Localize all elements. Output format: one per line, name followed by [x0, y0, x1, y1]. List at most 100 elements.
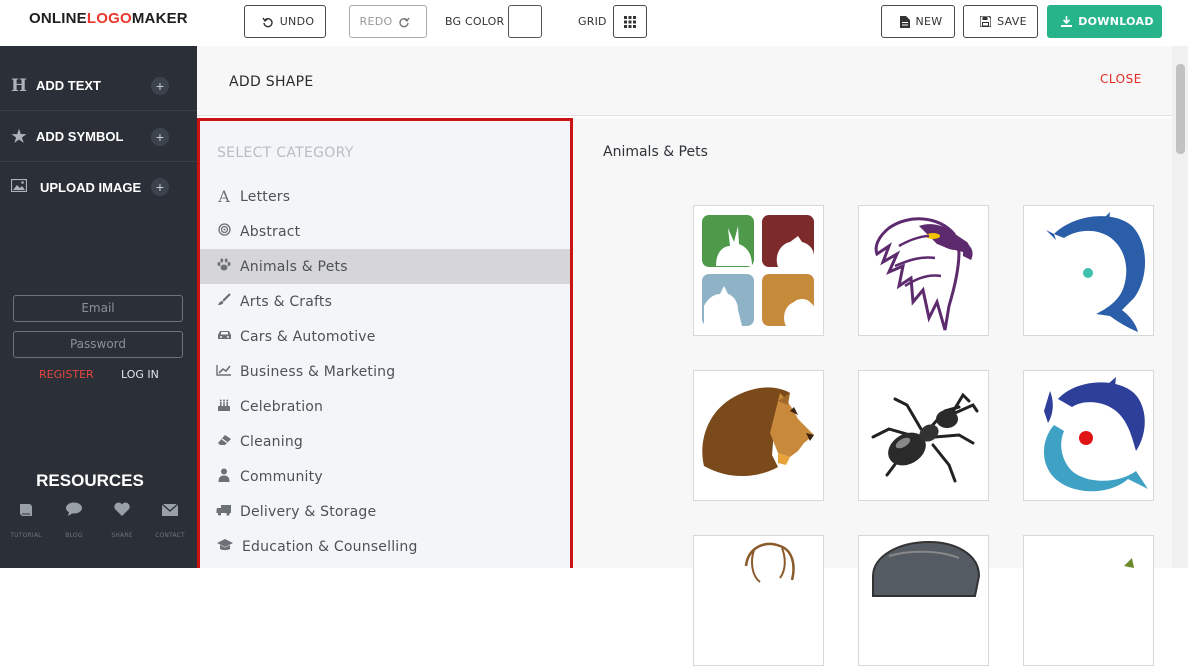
contact-label: CONTACT: [155, 532, 185, 539]
resource-share[interactable]: SHARE: [102, 502, 142, 541]
category-cleaning[interactable]: Cleaning: [200, 424, 570, 459]
category-label: Community: [240, 468, 323, 485]
shape-tile-dolphins-pair[interactable]: [1023, 370, 1154, 501]
car-icon: [216, 329, 232, 345]
graduation-cap-icon: [216, 538, 233, 555]
book-icon: [6, 502, 46, 522]
logo-text-maker: MAKER: [131, 10, 188, 27]
category-label: Education & Counselling: [242, 538, 418, 555]
add-shape-header: ADD SHAPE CLOSE: [197, 46, 1172, 116]
category-label: Animals & Pets: [240, 258, 348, 275]
close-button[interactable]: CLOSE: [1100, 72, 1142, 86]
category-animals-pets[interactable]: Animals & Pets: [200, 249, 570, 284]
resource-contact[interactable]: CONTACT: [150, 502, 190, 541]
bg-color-swatch[interactable]: [508, 5, 542, 38]
category-celebration[interactable]: Celebration: [200, 389, 570, 424]
bg-color-label: BG COLOR: [445, 15, 505, 28]
letter-a-icon: A: [218, 187, 230, 206]
app-logo[interactable]: ONLINELOGOMAKER: [29, 10, 188, 27]
download-icon: [1061, 16, 1073, 27]
shape-tile-partial[interactable]: [1023, 535, 1154, 666]
category-list: SELECT CATEGORY A Letters Abstract Anima…: [197, 118, 573, 568]
eagle-icon: [874, 217, 973, 331]
register-link[interactable]: REGISTER: [39, 368, 94, 381]
category-label: Letters: [240, 188, 291, 205]
shape-tile-lion[interactable]: [693, 370, 824, 501]
dolphins-pair-icon: [1043, 377, 1148, 492]
category-label: Celebration: [240, 398, 324, 415]
blog-label: BLOG: [65, 532, 83, 539]
grid-icon: [624, 15, 636, 28]
floppy-icon: [980, 16, 992, 27]
shape-tile-dolphin[interactable]: [1023, 205, 1154, 336]
new-button[interactable]: NEW: [881, 5, 955, 38]
resource-tutorial[interactable]: TUTORIAL: [6, 502, 46, 541]
category-cars-automotive[interactable]: Cars & Automotive: [200, 319, 570, 354]
resources-heading: RESOURCES: [36, 471, 144, 490]
sidebar-item-upload-image[interactable]: UPLOAD IMAGE +: [0, 162, 197, 212]
save-label: SAVE: [997, 15, 1027, 28]
add-text-plus-icon[interactable]: +: [151, 76, 169, 95]
resource-blog[interactable]: BLOG: [54, 502, 94, 541]
category-label: Business & Marketing: [240, 363, 396, 380]
category-label: Abstract: [240, 223, 301, 240]
star-icon: ★: [11, 126, 27, 146]
category-label: Cleaning: [240, 433, 303, 450]
partial-shape-icon: [1124, 558, 1134, 568]
sidebar-label-add-text: ADD TEXT: [36, 78, 101, 93]
password-field[interactable]: Password: [13, 331, 183, 358]
sidebar-label-upload-image: UPLOAD IMAGE: [40, 179, 142, 195]
gallery-title: Animals & Pets: [603, 144, 708, 160]
grid-label: GRID: [578, 15, 607, 28]
select-category-heading: SELECT CATEGORY: [217, 145, 354, 161]
sidebar-item-add-symbol[interactable]: ★ ADD SYMBOL +: [0, 112, 197, 162]
sidebar-label-add-symbol: ADD SYMBOL: [36, 129, 124, 144]
category-label: Cars & Automotive: [240, 328, 376, 345]
shape-tile-elephant[interactable]: [858, 535, 989, 666]
dolphin-icon: [1046, 212, 1146, 332]
add-symbol-plus-icon[interactable]: +: [151, 127, 169, 146]
undo-button[interactable]: UNDO: [244, 5, 326, 38]
eraser-icon: [216, 434, 232, 450]
ant-icon: [871, 392, 979, 483]
paintbrush-icon: [216, 293, 232, 310]
envelope-icon: [150, 502, 190, 522]
shape-tile-eagle[interactable]: [858, 205, 989, 336]
top-toolbar: ONLINELOGOMAKER UNDO REDO BG COLOR GRID …: [0, 0, 1188, 46]
email-field[interactable]: Email: [13, 295, 183, 322]
page-scrollbar[interactable]: [1172, 46, 1188, 568]
category-letters[interactable]: A Letters: [200, 179, 570, 214]
resources-links: TUTORIAL BLOG SHARE CONTACT: [0, 502, 197, 542]
new-label: NEW: [915, 15, 943, 28]
left-sidebar: H ADD TEXT + ★ ADD SYMBOL + UPLOAD IMAGE…: [0, 46, 197, 568]
pets-quad-icon: [702, 215, 814, 326]
logo-text-online: ONLINE: [29, 10, 87, 27]
person-icon: [216, 468, 232, 486]
category-arts-crafts[interactable]: Arts & Crafts: [200, 284, 570, 319]
shape-tile-pets-quad[interactable]: [693, 205, 824, 336]
tutorial-label: TUTORIAL: [10, 532, 42, 539]
shape-tile-dog-outline[interactable]: [693, 535, 824, 666]
heading-icon: H: [11, 75, 28, 96]
download-button[interactable]: DOWNLOAD: [1047, 5, 1162, 38]
comment-icon: [54, 502, 94, 522]
scrollbar-thumb[interactable]: [1176, 64, 1185, 154]
sidebar-item-add-text[interactable]: H ADD TEXT +: [0, 61, 197, 111]
category-business-marketing[interactable]: Business & Marketing: [200, 354, 570, 389]
category-education-counselling[interactable]: Education & Counselling: [200, 529, 570, 564]
shape-tile-ant[interactable]: [858, 370, 989, 501]
category-community[interactable]: Community: [200, 459, 570, 494]
grid-toggle-button[interactable]: [613, 5, 647, 38]
target-icon: [216, 223, 232, 240]
paw-icon: [216, 258, 232, 275]
undo-icon: [262, 17, 273, 27]
category-delivery-storage[interactable]: Delivery & Storage: [200, 494, 570, 529]
lion-icon: [702, 387, 814, 477]
login-link[interactable]: LOG IN: [121, 368, 159, 381]
redo-button[interactable]: REDO: [349, 5, 427, 38]
category-abstract[interactable]: Abstract: [200, 214, 570, 249]
undo-label: UNDO: [279, 15, 315, 28]
save-button[interactable]: SAVE: [963, 5, 1038, 38]
shape-gallery: Animals & Pets: [573, 118, 1172, 666]
upload-image-plus-icon[interactable]: +: [151, 178, 169, 196]
